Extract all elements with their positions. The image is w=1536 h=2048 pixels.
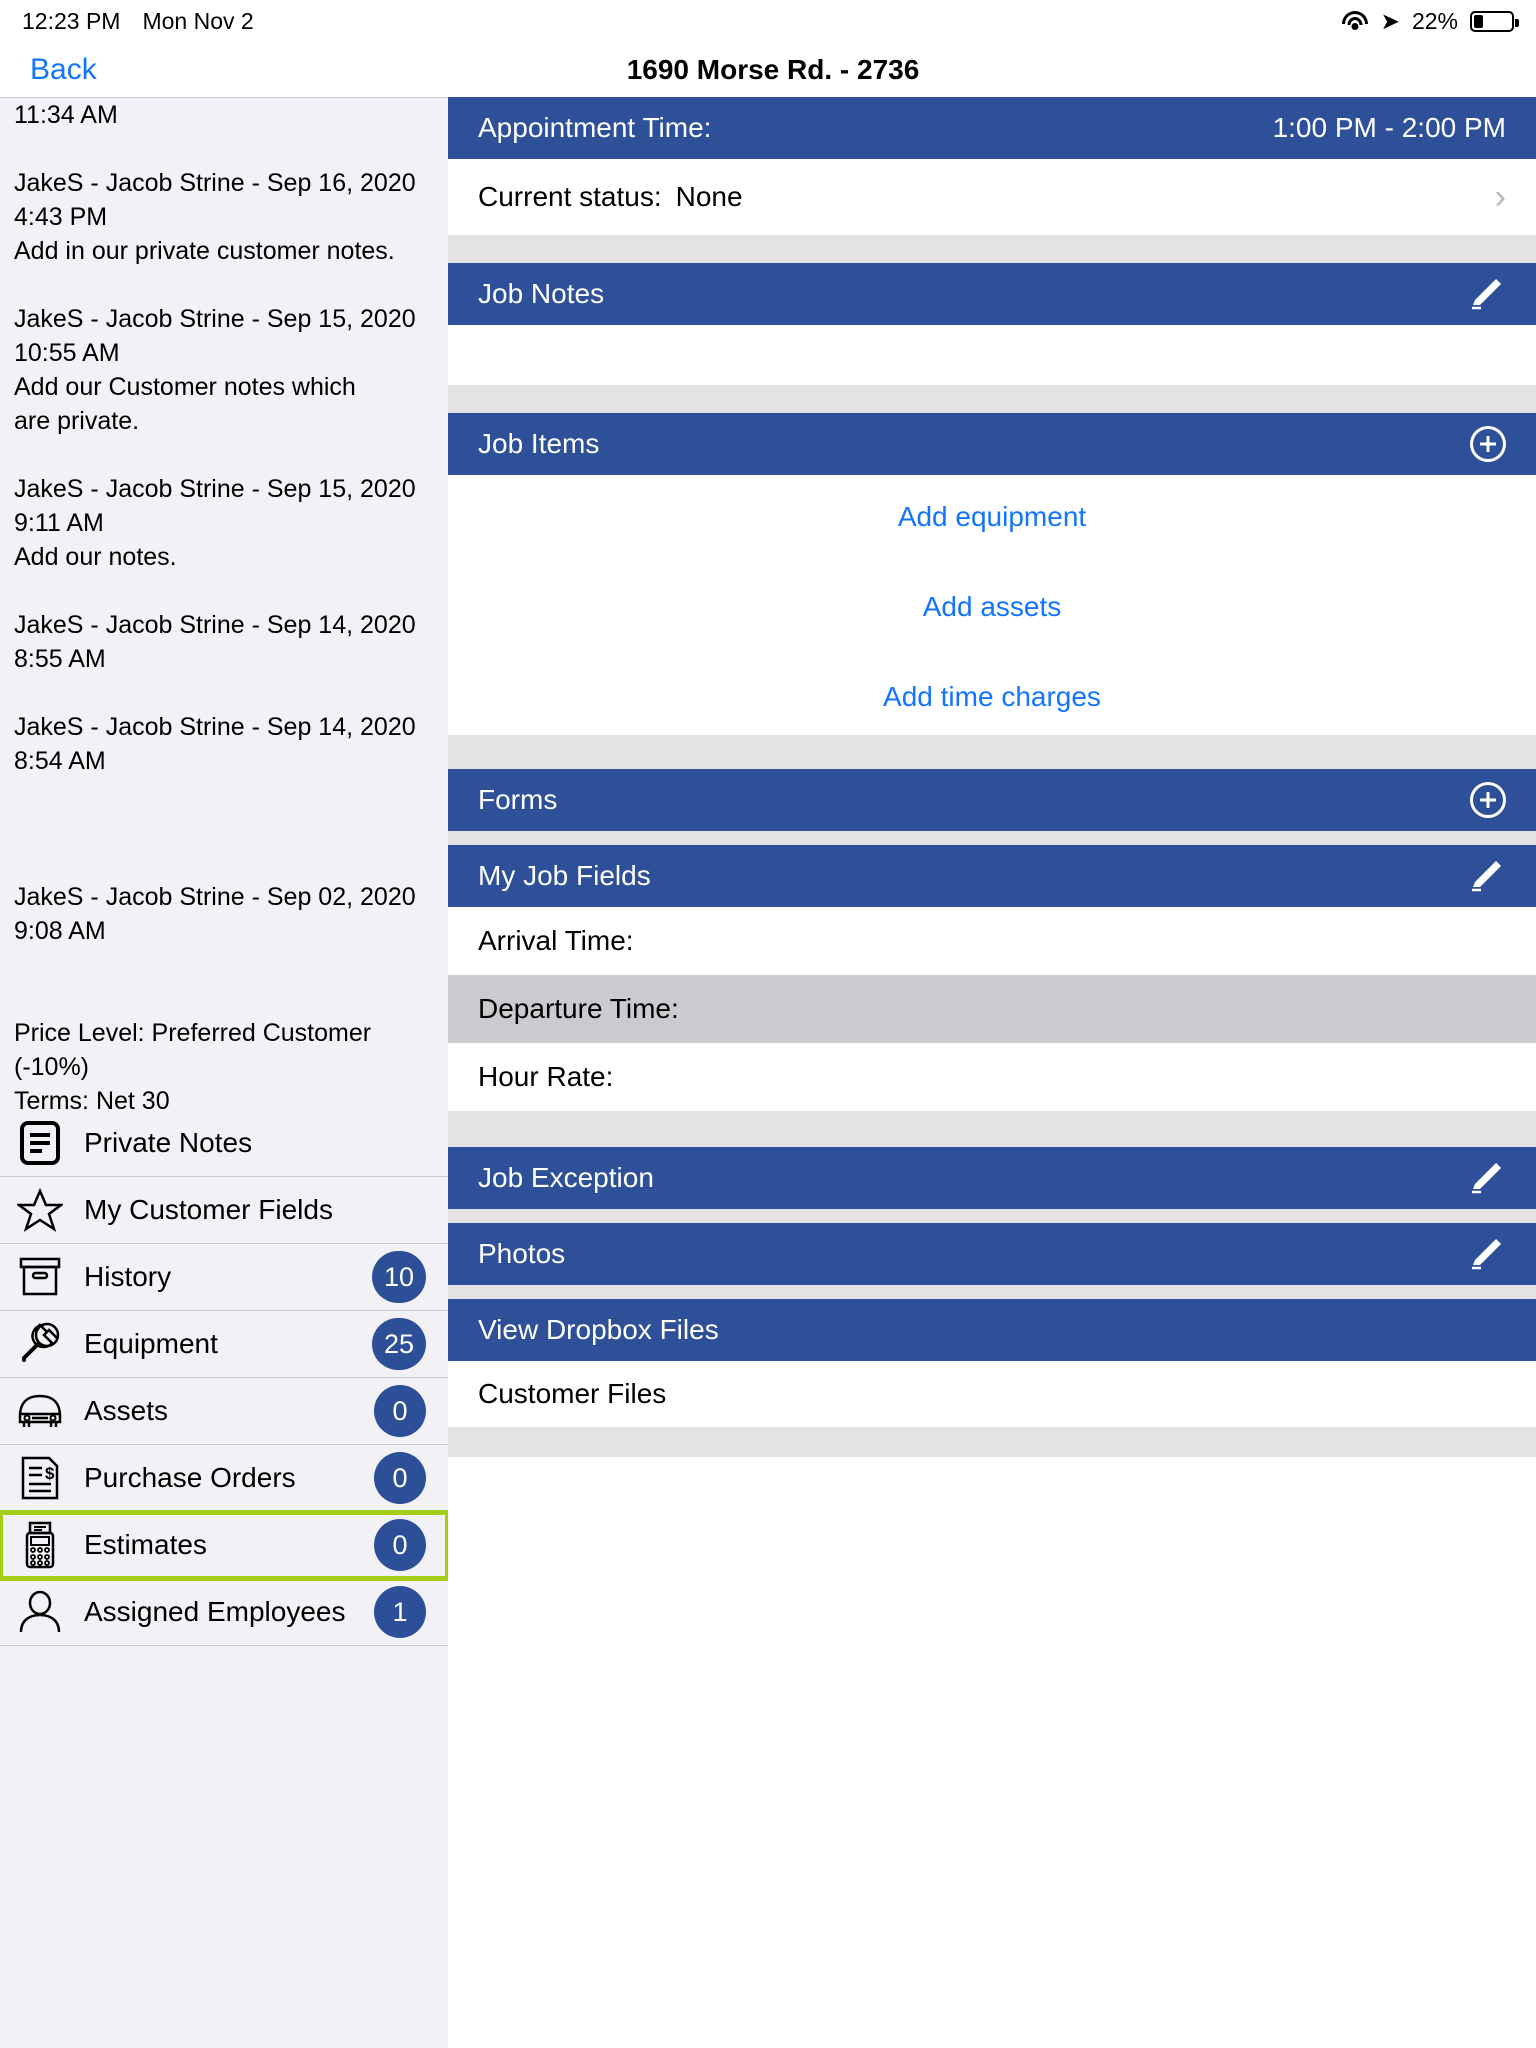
section-gap — [448, 235, 1536, 263]
job-notes-body — [448, 325, 1536, 385]
sidebar-item-label: Assigned Employees — [84, 1596, 346, 1627]
status-date: Mon Nov 2 — [142, 7, 254, 34]
sidebar-item-assigned-employees[interactable]: Assigned Employees 1 — [0, 1579, 448, 1646]
person-icon — [14, 1590, 66, 1634]
location-arrow-icon: ➤ — [1380, 7, 1400, 34]
sidebar-item-label: Equipment — [84, 1328, 218, 1359]
appointment-time-label: Appointment Time: — [478, 112, 712, 143]
notes-document-icon — [14, 1121, 66, 1165]
status-bar-right: ➤ 22% — [1341, 7, 1519, 35]
sidebar-item-estimates[interactable]: Estimates 0 — [0, 1510, 448, 1581]
wrench-icon — [14, 1321, 66, 1367]
section-gap — [448, 1285, 1536, 1299]
job-exception-header: Job Exception — [448, 1147, 1536, 1209]
pencil-icon[interactable] — [1468, 1159, 1506, 1197]
job-notes-title: Job Notes — [478, 278, 605, 309]
current-status-row[interactable]: Current status: None › — [448, 159, 1536, 235]
wifi-icon — [1341, 10, 1369, 32]
departure-time-label: Departure Time: — [478, 993, 679, 1024]
right-pane: Appointment Time: 1:00 PM - 2:00 PM Curr… — [448, 97, 1536, 2048]
appointment-time-value: 1:00 PM - 2:00 PM — [1272, 112, 1506, 143]
status-bar: 12:23 PM Mon Nov 2 ➤ 22% — [0, 0, 1536, 42]
sidebar-item-badge: 0 — [374, 1385, 426, 1437]
add-equipment-link[interactable]: Add equipment — [448, 475, 1536, 533]
customer-notes-text: 11:34 AM JakeS - Jacob Strine - Sep 16, … — [14, 101, 416, 1110]
customer-files-row[interactable]: Customer Files — [448, 1361, 1536, 1427]
section-gap — [448, 1427, 1536, 1457]
arrival-time-row[interactable]: Arrival Time: — [448, 907, 1536, 975]
hour-rate-row[interactable]: Hour Rate: — [448, 1043, 1536, 1111]
current-status-value: None — [675, 181, 743, 212]
section-gap — [448, 1111, 1536, 1147]
plus-circle-icon[interactable] — [1470, 426, 1506, 462]
section-gap — [448, 1209, 1536, 1223]
battery-percent: 22% — [1411, 7, 1458, 34]
svg-text:$: $ — [45, 1464, 55, 1483]
car-icon — [14, 1392, 66, 1430]
pencil-icon[interactable] — [1468, 275, 1506, 313]
sidebar-item-badge: 25 — [371, 1318, 426, 1370]
sidebar-item-badge: 0 — [374, 1452, 426, 1504]
plus-circle-icon[interactable] — [1470, 782, 1506, 818]
hour-rate-label: Hour Rate: — [478, 1061, 614, 1092]
battery-icon — [1470, 10, 1519, 32]
back-button[interactable]: Back — [30, 53, 97, 87]
sidebar-item-purchase-orders[interactable]: $ Purchase Orders 0 — [0, 1445, 448, 1512]
view-dropbox-files-header[interactable]: View Dropbox Files — [448, 1299, 1536, 1361]
sidebar-item-badge: 1 — [374, 1586, 426, 1638]
job-items-title: Job Items — [478, 428, 600, 459]
app-screen: 12:23 PM Mon Nov 2 ➤ 22% Back 1690 Morse… — [0, 0, 1536, 2048]
navigation-bar: Back 1690 Morse Rd. - 2736 — [0, 42, 1536, 97]
sidebar-item-label: My Customer Fields — [84, 1194, 333, 1225]
photos-header: Photos — [448, 1223, 1536, 1285]
my-job-fields-header: My Job Fields — [448, 845, 1536, 907]
page-title: 1690 Morse Rd. - 2736 — [626, 53, 920, 85]
add-assets-link[interactable]: Add assets — [448, 533, 1536, 623]
calculator-icon — [14, 1521, 66, 1569]
sidebar-item-label: Private Notes — [84, 1127, 253, 1158]
sidebar-item-equipment[interactable]: Equipment 25 — [0, 1311, 448, 1378]
sidebar-item-label: History — [84, 1261, 172, 1292]
departure-time-row[interactable]: Departure Time: — [448, 975, 1536, 1043]
photos-title: Photos — [478, 1238, 566, 1269]
section-gap — [448, 385, 1536, 413]
sidebar-item-label: Estimates — [84, 1529, 207, 1560]
left-pane: 11:34 AM JakeS - Jacob Strine - Sep 16, … — [0, 97, 448, 2048]
pencil-icon[interactable] — [1468, 1235, 1506, 1273]
sidebar-item-badge: 0 — [374, 1519, 426, 1571]
status-bar-left: 12:23 PM Mon Nov 2 — [22, 8, 254, 35]
current-status-label: Current status: — [478, 181, 662, 212]
sidebar-item-badge: 10 — [371, 1251, 426, 1303]
sidebar-item-my-customer-fields[interactable]: My Customer Fields — [0, 1177, 448, 1244]
forms-header: Forms — [448, 769, 1536, 831]
job-exception-title: Job Exception — [478, 1162, 654, 1193]
content-split: 11:34 AM JakeS - Jacob Strine - Sep 16, … — [0, 97, 1536, 2048]
archive-box-icon — [14, 1257, 66, 1297]
section-gap — [448, 735, 1536, 769]
job-items-links: Add equipment Add assets Add time charge… — [448, 475, 1536, 735]
add-time-charges-link[interactable]: Add time charges — [448, 623, 1536, 713]
sidebar-item-label: Purchase Orders — [84, 1462, 296, 1493]
my-job-fields-title: My Job Fields — [478, 860, 651, 891]
job-items-header: Job Items — [448, 413, 1536, 475]
star-icon — [14, 1188, 66, 1232]
pencil-icon[interactable] — [1468, 857, 1506, 895]
chevron-right-icon: › — [1494, 178, 1506, 216]
sidebar-item-assets[interactable]: Assets 0 — [0, 1378, 448, 1445]
invoice-dollar-icon: $ — [14, 1456, 66, 1500]
sidebar-item-label: Assets — [84, 1395, 169, 1426]
view-dropbox-files-title: View Dropbox Files — [478, 1314, 719, 1345]
section-gap — [448, 831, 1536, 845]
job-notes-header: Job Notes — [448, 263, 1536, 325]
appointment-time-row: Appointment Time: 1:00 PM - 2:00 PM — [448, 97, 1536, 159]
customer-files-label: Customer Files — [478, 1378, 667, 1409]
sidebar-item-private-notes[interactable]: Private Notes — [0, 1110, 448, 1177]
forms-title: Forms — [478, 784, 558, 815]
status-time: 12:23 PM — [22, 7, 121, 34]
arrival-time-label: Arrival Time: — [478, 925, 634, 956]
sidebar-item-history[interactable]: History 10 — [0, 1244, 448, 1311]
